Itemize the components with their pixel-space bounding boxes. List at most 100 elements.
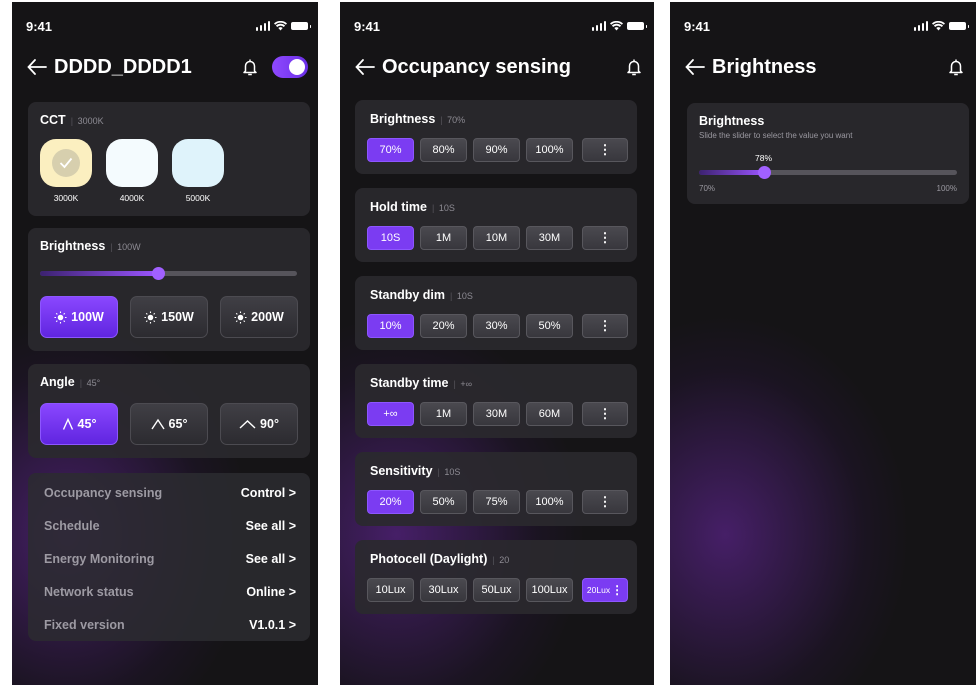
brightness-slider[interactable] [699,166,957,179]
setting-card: Photocell (Daylight) | 20 10Lux 30Lux 50Lux 1… [355,540,637,614]
setting-title: Photocell (Daylight) [370,552,488,566]
brightness-option-button[interactable]: 200W [220,296,298,338]
settings-row-value[interactable]: V1.0.1 > [249,618,296,632]
more-icon: ⋮ [611,583,624,597]
status-bar: 9:41 [26,18,311,34]
cct-option-label: 3000K [53,193,79,203]
option-button[interactable]: 100% [526,138,573,162]
settings-row[interactable]: Occupancy sensing Control > [28,476,310,509]
card-title: Brightness [699,114,765,128]
brightness-option-button[interactable]: 100W [40,296,118,338]
more-button[interactable]: ⋮ [582,490,628,514]
option-button[interactable]: 1M [420,226,467,250]
option-button[interactable]: 100% [526,490,573,514]
settings-row-label: Energy Monitoring [44,551,155,566]
option-button[interactable]: +∞ [367,402,414,426]
cct-swatch[interactable] [106,139,158,187]
option-button[interactable]: 1M [420,402,467,426]
bell-icon[interactable] [624,57,644,77]
wifi-icon [274,21,287,31]
status-bar: 9:41 [684,18,969,34]
bell-icon[interactable] [240,57,260,77]
battery-icon [627,22,647,30]
check-icon [52,149,80,177]
option-button[interactable]: 10M [473,226,520,250]
device-screen: 9:41 DDDD_DDDD1 CCT | 3000K 3000K 4000K 500… [12,2,318,685]
settings-row[interactable]: Network status Online > [28,575,310,608]
brightness-option-button[interactable]: 150W [130,296,208,338]
option-button[interactable]: 20% [367,490,414,514]
back-arrow-icon[interactable] [354,56,376,78]
option-button[interactable]: 70% [367,138,414,162]
battery-icon [291,22,311,30]
more-button[interactable]: ⋮ [582,138,628,162]
option-button[interactable]: 50% [420,490,467,514]
settings-row-value[interactable]: Online > [246,585,296,599]
slider-fill [40,271,159,276]
angle-option-button[interactable]: 65° [130,403,208,445]
cct-option-label: 4000K [119,193,145,203]
cct-option[interactable]: 4000K [106,139,158,203]
angle-option-label: 65° [168,417,188,431]
slider-thumb[interactable] [757,166,771,179]
option-button[interactable]: 30% [473,314,520,338]
cct-option[interactable]: 5000K [172,139,224,203]
option-button[interactable]: 10% [367,314,414,338]
settings-row-label: Network status [44,584,134,599]
separator: | [440,115,443,125]
option-button[interactable]: 30M [526,226,573,250]
setting-value: 10S [456,291,473,301]
option-button[interactable]: 50Lux [473,578,520,602]
settings-row-value[interactable]: See all > [246,519,296,533]
brightness-option-label: 150W [161,310,194,324]
sun-icon [234,310,247,324]
slider-thumb[interactable] [152,267,166,280]
angle-option-button[interactable]: 45° [40,403,118,445]
angle-label: Angle [40,375,75,389]
angle-medium-icon [150,418,165,430]
option-button[interactable]: 60M [526,402,573,426]
bell-icon[interactable] [946,57,966,77]
more-button[interactable]: ⋮ [582,402,628,426]
angle-option-button[interactable]: 90° [220,403,298,445]
power-toggle[interactable] [272,56,308,78]
signal-icon [591,21,606,31]
option-button[interactable]: 100Lux [526,578,573,602]
settings-row-label: Occupancy sensing [44,485,163,500]
option-button[interactable]: 10Lux [367,578,414,602]
option-button[interactable]: 10S [367,226,414,250]
option-button[interactable]: 50% [526,314,573,338]
status-time: 9:41 [26,18,53,34]
setting-value: 20 [499,555,510,565]
angle-option-label: 90° [260,417,279,431]
settings-row-value[interactable]: Control > [241,486,296,500]
settings-row[interactable]: Schedule See all > [28,509,310,542]
option-button[interactable]: 80% [420,138,467,162]
cct-label: CCT [40,113,66,127]
settings-row[interactable]: Fixed version V1.0.1 > [28,608,310,641]
slider-min-label: 70% [699,184,716,193]
option-button[interactable]: 30Lux [420,578,467,602]
option-button[interactable]: 90% [473,138,520,162]
device-screen: 9:41 Brightness Brightness Slide the sli… [670,2,976,685]
cct-swatch[interactable] [172,139,224,187]
wifi-icon [610,21,623,31]
settings-row[interactable]: Energy Monitoring See all > [28,542,310,575]
status-time: 9:41 [684,18,711,34]
cct-option[interactable]: 3000K [40,139,92,203]
setting-card: Brightness | 70% 70% 80% 90% 100% ⋮ [355,100,637,174]
cct-swatch[interactable] [40,139,92,187]
custom-option-button[interactable]: 20Lux ⋮ [582,578,628,602]
angle-value: 45° [86,378,101,388]
more-button[interactable]: ⋮ [582,314,628,338]
settings-row-value[interactable]: See all > [246,552,296,566]
brightness-slider[interactable] [40,267,297,280]
back-arrow-icon[interactable] [26,56,48,78]
option-button[interactable]: 75% [473,490,520,514]
back-arrow-icon[interactable] [684,56,706,78]
option-button[interactable]: 20% [420,314,467,338]
more-button[interactable]: ⋮ [582,226,628,250]
sun-icon [144,310,157,324]
cct-option-label: 5000K [185,193,211,203]
option-button[interactable]: 30M [473,402,520,426]
